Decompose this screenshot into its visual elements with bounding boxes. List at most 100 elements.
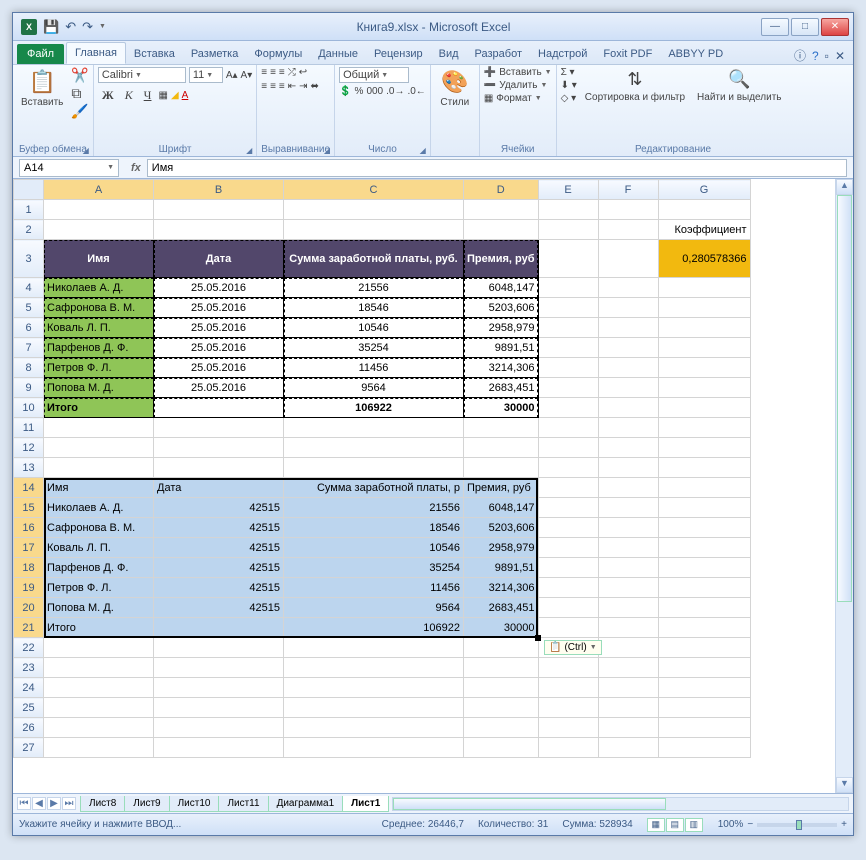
cell[interactable]: Итого — [44, 618, 154, 638]
zoom-in-icon[interactable]: + — [841, 819, 847, 830]
cell[interactable] — [44, 200, 154, 220]
cell[interactable]: Попова М. Д. — [44, 598, 154, 618]
sheet-tab[interactable]: Лист10 — [169, 796, 220, 812]
cell[interactable]: Парфенов Д. Ф. — [44, 558, 154, 578]
cell[interactable] — [598, 478, 658, 498]
paste-button[interactable]: 📋 Вставить — [17, 67, 67, 110]
cell[interactable]: Коэффициент — [658, 220, 750, 240]
cell[interactable] — [598, 220, 658, 240]
cell[interactable] — [154, 738, 284, 758]
cell[interactable] — [538, 338, 598, 358]
cell[interactable] — [284, 738, 464, 758]
cell[interactable]: 11456 — [284, 578, 464, 598]
font-name-combo[interactable]: Calibri▼ — [98, 67, 186, 83]
cell[interactable] — [658, 438, 750, 458]
cell[interactable] — [598, 738, 658, 758]
cell[interactable] — [658, 618, 750, 638]
row-header[interactable]: 8 — [14, 358, 44, 378]
fill-icon[interactable]: ⬇ ▾ — [561, 80, 577, 91]
cell[interactable] — [154, 698, 284, 718]
cell[interactable] — [598, 240, 658, 278]
align-left-icon[interactable]: ≡ — [261, 81, 267, 92]
cell[interactable] — [44, 418, 154, 438]
cell[interactable] — [538, 318, 598, 338]
dialog-launcher-icon[interactable]: ◢ — [246, 146, 252, 155]
cell[interactable] — [538, 478, 598, 498]
cell[interactable] — [598, 658, 658, 678]
cell[interactable] — [538, 298, 598, 318]
cell[interactable] — [538, 698, 598, 718]
cell[interactable]: 25.05.2016 — [154, 378, 284, 398]
cell[interactable] — [658, 678, 750, 698]
cell[interactable] — [538, 278, 598, 298]
cell[interactable] — [598, 378, 658, 398]
cell[interactable] — [658, 558, 750, 578]
horizontal-scrollbar[interactable] — [392, 797, 849, 811]
help-icon[interactable]: ? — [812, 49, 819, 63]
cell[interactable]: 9891,51 — [464, 338, 539, 358]
row-header[interactable]: 1 — [14, 200, 44, 220]
cell[interactable] — [598, 618, 658, 638]
cell[interactable] — [538, 498, 598, 518]
cell[interactable]: 10546 — [284, 318, 464, 338]
row-header[interactable]: 23 — [14, 658, 44, 678]
cell[interactable] — [464, 698, 539, 718]
scroll-down-icon[interactable]: ▼ — [836, 777, 853, 793]
minimize-button[interactable]: — — [761, 18, 789, 36]
cell[interactable] — [464, 458, 539, 478]
cell[interactable] — [154, 220, 284, 240]
cell[interactable] — [154, 718, 284, 738]
tab-view[interactable]: Вид — [431, 44, 467, 64]
cell[interactable] — [44, 438, 154, 458]
styles-button[interactable]: 🎨Стили — [435, 67, 475, 110]
cell[interactable] — [154, 678, 284, 698]
find-select-button[interactable]: 🔍Найти и выделить — [693, 67, 785, 105]
save-icon[interactable]: 💾 — [43, 19, 59, 35]
cell[interactable] — [538, 458, 598, 478]
cell[interactable] — [658, 478, 750, 498]
column-header[interactable]: A — [44, 180, 154, 200]
cell[interactable]: 18546 — [284, 518, 464, 538]
cell[interactable]: 9564 — [284, 598, 464, 618]
cell[interactable] — [154, 200, 284, 220]
zoom-out-icon[interactable]: − — [747, 819, 753, 830]
cell[interactable]: Премия, руб — [464, 240, 539, 278]
cell[interactable]: 3214,306 — [464, 358, 539, 378]
row-header[interactable]: 26 — [14, 718, 44, 738]
cell[interactable] — [598, 518, 658, 538]
cell[interactable]: 25.05.2016 — [154, 338, 284, 358]
row-header[interactable]: 17 — [14, 538, 44, 558]
cell[interactable] — [538, 398, 598, 418]
cell[interactable] — [598, 578, 658, 598]
tab-developer[interactable]: Разработ — [467, 44, 530, 64]
tab-abbyy[interactable]: ABBYY PD — [660, 44, 731, 64]
tab-nav-last-icon[interactable]: ⏭ — [62, 797, 76, 810]
cell[interactable]: Сумма заработной платы, руб. — [284, 240, 464, 278]
cell[interactable]: 42515 — [154, 598, 284, 618]
cell[interactable]: 42515 — [154, 538, 284, 558]
cell[interactable]: 25.05.2016 — [154, 358, 284, 378]
cell[interactable] — [598, 458, 658, 478]
tab-home[interactable]: Главная — [66, 42, 126, 64]
cell[interactable] — [154, 638, 284, 658]
italic-button[interactable]: К — [121, 86, 137, 105]
row-header[interactable]: 9 — [14, 378, 44, 398]
cell[interactable] — [658, 518, 750, 538]
cell[interactable] — [658, 398, 750, 418]
cell[interactable] — [598, 398, 658, 418]
comma-icon[interactable]: 000 — [366, 86, 383, 97]
cell[interactable]: 106922 — [284, 398, 464, 418]
paste-options-button[interactable]: 📋 (Ctrl) ▼ — [544, 640, 602, 655]
cell[interactable]: 18546 — [284, 298, 464, 318]
cell[interactable] — [538, 558, 598, 578]
cell[interactable] — [658, 598, 750, 618]
cell[interactable] — [658, 738, 750, 758]
row-header[interactable]: 13 — [14, 458, 44, 478]
column-header[interactable]: C — [284, 180, 464, 200]
indent-increase-icon[interactable]: ⇥ — [299, 81, 307, 92]
cell[interactable] — [464, 738, 539, 758]
select-all-corner[interactable] — [14, 180, 44, 200]
sort-filter-button[interactable]: ⇅Сортировка и фильтр — [581, 67, 689, 105]
tab-formulas[interactable]: Формулы — [246, 44, 310, 64]
fx-icon[interactable]: fx — [131, 162, 141, 174]
